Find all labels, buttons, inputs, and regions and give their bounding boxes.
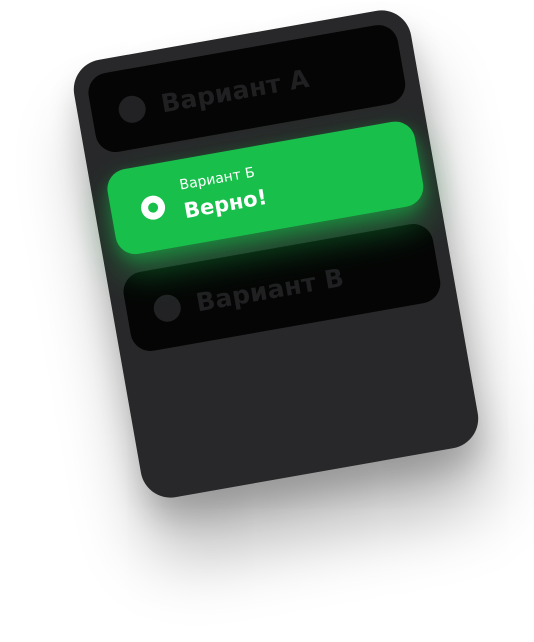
quiz-card: Вариант А Вариант В Вариант Б Верно! xyxy=(69,5,483,503)
radio-selected-icon[interactable] xyxy=(139,193,167,222)
option-a-label: Вариант А xyxy=(158,63,312,119)
stage: Вариант А Вариант В Вариант Б Верно! xyxy=(0,0,534,642)
radio-empty-icon[interactable] xyxy=(151,292,183,324)
radio-empty-icon[interactable] xyxy=(116,93,148,125)
option-c-label: Вариант В xyxy=(193,262,347,318)
